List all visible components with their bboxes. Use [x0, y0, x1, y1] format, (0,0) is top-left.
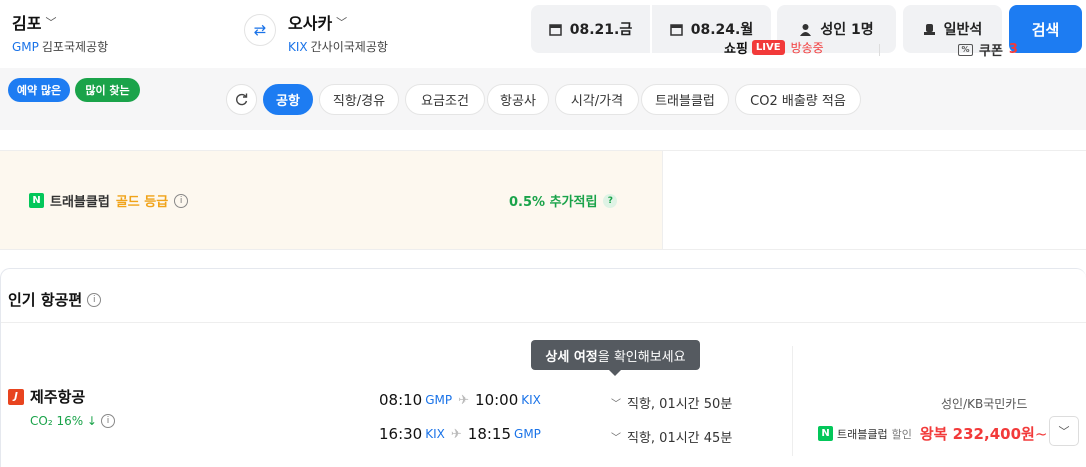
dep-code: KIX [425, 427, 445, 441]
tag-most-booked: 예약 많은 [8, 78, 70, 102]
return-date: 08.24.월 [690, 22, 754, 38]
coupon-link[interactable]: % 쿠폰 3 [958, 40, 1018, 59]
arr-code: KIX [521, 393, 541, 407]
chevron-down-icon: ﹀ [336, 16, 348, 29]
origin-code: GMP [12, 40, 39, 54]
divider [792, 346, 793, 456]
on-air-label: 방송중 [790, 41, 824, 55]
coupon-icon: % [958, 43, 973, 56]
origin-selector[interactable]: 김포 ﹀ GMP 김포국제공항 [12, 10, 108, 55]
arr-code: GMP [514, 427, 541, 441]
divider [1, 322, 1086, 323]
info-icon[interactable]: i [101, 414, 115, 428]
destination-airport: 간사이국제공항 [310, 40, 388, 54]
route-label: 직항, 01시간 45분 [627, 431, 733, 446]
destination-city: 오사카 [288, 14, 333, 33]
promo-band: N 트래블클럽 골드 등급 i 0.5% 추가적립 ? [0, 150, 1086, 250]
info-icon[interactable]: i [174, 193, 189, 208]
filter-chip[interactable]: 직항/경유 [319, 84, 399, 115]
seat-icon [923, 23, 935, 35]
dep-time: 16:30 [379, 425, 423, 443]
live-badge: LIVE [751, 40, 785, 55]
outbound-leg[interactable]: 08:10 GMP ✈ 10:00 KIX [379, 391, 541, 409]
chevron-down-icon: ﹀ [611, 399, 621, 410]
naver-logo: N [818, 426, 833, 441]
dep-time: 08:10 [379, 391, 423, 409]
plane-icon: ✈ [458, 392, 470, 408]
filter-chip[interactable]: 요금조건 [405, 84, 485, 115]
airline-name: 제주항공 [30, 388, 86, 406]
plane-icon: ✈ [450, 426, 462, 442]
tooltip-bold: 상세 여정 [545, 349, 598, 365]
filter-chip[interactable]: 항공사 [487, 84, 549, 115]
co2-label: CO₂ 16% ↓ [30, 414, 97, 428]
filter-chip[interactable]: 트래블클럽 [641, 84, 729, 115]
price-amount: 왕복 232,400원 [919, 425, 1035, 443]
return-route-toggle[interactable]: ﹀ 직항, 01시간 45분 [611, 427, 732, 446]
chevron-down-icon: ﹀ [611, 433, 621, 444]
naver-logo: N [29, 193, 44, 208]
passengers-label: 성인 1명 [820, 22, 874, 38]
calendar-icon [670, 23, 683, 36]
shopping-label: 쇼핑 [724, 42, 748, 57]
help-icon[interactable]: ? [603, 193, 618, 208]
calendar-icon [549, 23, 562, 36]
search-button[interactable]: 검색 [1009, 5, 1082, 53]
filter-chip[interactable]: 공항 [263, 84, 313, 115]
card-label: 성인/KB국민카드 [941, 397, 1028, 411]
shopping-live-link[interactable]: 쇼핑 LIVE 방송중 [724, 38, 824, 57]
origin-city: 김포 [12, 14, 42, 33]
section-title: 인기 항공편 [8, 291, 83, 309]
search-header: 김포 ﹀ GMP 김포국제공항 ⇄ 오사카 ﹀ KIX 간사이국제공항 08.21.금 … [0, 0, 1086, 68]
chevron-down-icon: ﹀ [45, 16, 57, 29]
filter-chip[interactable]: CO2 배출량 적음 [735, 84, 861, 115]
destination-selector[interactable]: 오사카 ﹀ KIX 간사이국제공항 [288, 10, 388, 55]
dep-code: GMP [425, 393, 453, 407]
jeju-air-logo: J [8, 388, 24, 405]
airline-name-row: J 제주항공 [8, 386, 85, 407]
info-icon[interactable]: i [87, 292, 102, 307]
depart-date: 08.21.금 [569, 22, 633, 38]
price-suffix: ~ [1034, 425, 1048, 443]
cabin-label: 일반석 [943, 22, 983, 38]
coupon-count: 3 [1008, 42, 1018, 57]
outbound-route-toggle[interactable]: ﹀ 직항, 01시간 50분 [611, 393, 732, 412]
shopping-panel [662, 151, 1086, 249]
club-grade: 골드 등급 [115, 195, 169, 210]
price-row[interactable]: N 트래블클럽 할인 왕복 232,400원~ [818, 423, 1047, 444]
club-label: 트래블클럽 [50, 195, 110, 210]
extra-points: 0.5% 추가적립 [509, 195, 598, 210]
price-discount: 할인 [891, 427, 912, 441]
travel-club-banner[interactable]: N 트래블클럽 골드 등급 i 0.5% 추가적립 ? [0, 151, 662, 249]
coupon-label: 쿠폰 [979, 44, 1003, 59]
tag-most-searched: 많이 찾는 [75, 78, 140, 102]
arr-time: 10:00 [475, 391, 519, 409]
chevron-down-icon[interactable]: ﹀ [1049, 416, 1079, 446]
origin-airport: 김포국제공항 [41, 40, 109, 54]
swap-icon[interactable]: ⇄ [244, 14, 276, 46]
route-label: 직항, 01시간 50분 [627, 397, 733, 412]
co2-info: CO₂ 16% ↓ i [30, 414, 115, 428]
tooltip-text: 을 확인해보세요 [597, 349, 686, 365]
destination-code: KIX [288, 40, 308, 54]
return-leg[interactable]: 16:30 KIX ✈ 18:15 GMP [379, 425, 541, 443]
refresh-icon[interactable] [226, 84, 257, 115]
divider [879, 44, 880, 56]
price-club: 트래블클럽 [837, 427, 888, 441]
filter-chip[interactable]: 시각/가격 [555, 84, 639, 115]
person-icon [800, 23, 812, 36]
depart-date-button[interactable]: 08.21.금 [531, 5, 650, 53]
itinerary-tooltip: 상세 여정 을 확인해보세요 [531, 340, 700, 376]
arr-time: 18:15 [467, 425, 512, 443]
